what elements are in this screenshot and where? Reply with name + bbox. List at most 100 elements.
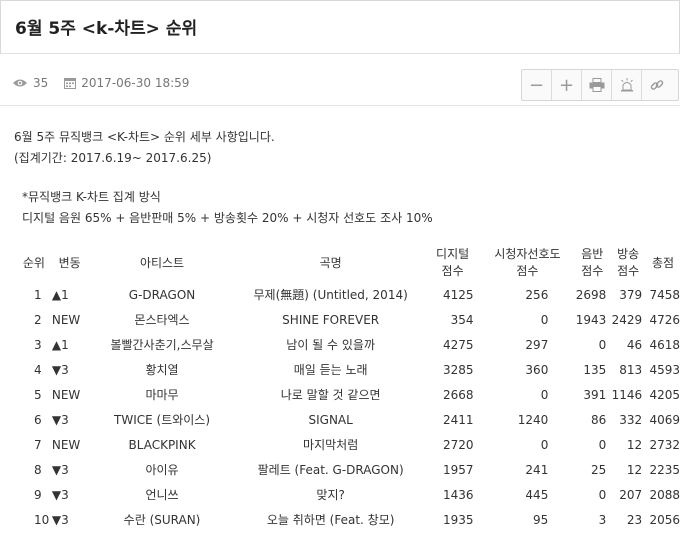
cell-viewer-score: 360 bbox=[525, 362, 549, 377]
header-broadcast: 방송 점수 bbox=[617, 247, 640, 278]
header-total: 총점 bbox=[652, 255, 675, 270]
cell-artist: 수란 (SURAN) bbox=[123, 513, 201, 527]
report-icon bbox=[620, 78, 633, 92]
cell-change: NEW bbox=[51, 387, 81, 402]
table-row: 4 ▼3 황치열 매일 듣는 노래 3285 360 135 813 4593 bbox=[16, 357, 680, 382]
cell-viewer-score: 256 bbox=[525, 287, 549, 302]
cell-broadcast-score: 207 bbox=[619, 487, 643, 502]
cell-song: 마지막처럼 bbox=[303, 438, 359, 452]
table-row: 1 ▲1 G-DRAGON 무제(無題) (Untitled, 2014) 4125 25… bbox=[16, 282, 680, 307]
cell-broadcast-score: 1146 bbox=[611, 387, 643, 402]
post-meta: 35 2017-06-30 18:59 bbox=[12, 76, 189, 90]
table-row: 7 NEW BLACKPINK 마지막처럼 2720 0 0 12 2732 bbox=[16, 432, 680, 457]
cell-album-score: 25 bbox=[590, 462, 607, 477]
cell-viewer-score: 0 bbox=[540, 437, 549, 452]
cell-broadcast-score: 813 bbox=[619, 362, 643, 377]
view-count: 35 bbox=[33, 76, 49, 90]
header-divider bbox=[0, 105, 680, 106]
cell-song: 맞지? bbox=[316, 488, 345, 502]
cell-broadcast-score: 12 bbox=[626, 437, 643, 452]
post-header: 6월 5주 <k-차트> 순위 bbox=[0, 0, 680, 54]
cell-digital-score: 2411 bbox=[443, 412, 474, 427]
table-row: 6 ▼3 TWICE (트와이스) SIGNAL 2411 1240 86 332 4069 bbox=[16, 407, 680, 432]
header-album: 음반 점수 bbox=[581, 247, 604, 278]
cell-broadcast-score: 12 bbox=[626, 462, 643, 477]
cell-viewer-score: 0 bbox=[540, 312, 549, 327]
cell-digital-score: 2668 bbox=[443, 387, 474, 402]
cell-broadcast-score: 2429 bbox=[611, 312, 643, 327]
cell-viewer-score: 0 bbox=[540, 387, 549, 402]
cell-rank: 3 bbox=[34, 337, 42, 352]
cell-song: SHINE FOREVER bbox=[282, 312, 380, 327]
cell-change: NEW bbox=[51, 312, 81, 327]
method-formula: 디지털 음원 65% + 음반판매 5% + 방송횟수 20% + 시청자 선호… bbox=[22, 211, 433, 225]
cell-broadcast-score: 379 bbox=[619, 287, 643, 302]
header-change: 변동 bbox=[58, 255, 81, 270]
print-button[interactable] bbox=[582, 70, 612, 100]
cell-total-score: 2056 bbox=[649, 512, 680, 527]
cell-album-score: 2698 bbox=[575, 287, 607, 302]
cell-song: 남이 될 수 있을까 bbox=[286, 338, 376, 352]
cell-artist: 몬스타엑스 bbox=[134, 313, 190, 327]
cell-artist: 황치열 bbox=[145, 363, 179, 377]
cell-broadcast-score: 332 bbox=[619, 412, 643, 427]
cell-change: NEW bbox=[51, 437, 81, 452]
cell-artist: BLACKPINK bbox=[128, 437, 196, 452]
zoom-in-button[interactable]: + bbox=[552, 70, 582, 100]
cell-total-score: 4593 bbox=[649, 362, 680, 377]
cell-digital-score: 4125 bbox=[443, 287, 474, 302]
table-row: 5 NEW 마마무 나로 말할 것 같으면 2668 0 391 1146 4205 bbox=[16, 382, 680, 407]
cell-rank: 8 bbox=[34, 462, 42, 477]
cell-viewer-score: 241 bbox=[525, 462, 549, 477]
header-song: 곡명 bbox=[319, 255, 342, 270]
cell-rank: 9 bbox=[34, 487, 42, 502]
cell-broadcast-score: 46 bbox=[626, 337, 643, 352]
cell-digital-score: 354 bbox=[450, 312, 474, 327]
table-row: 9 ▼3 언니쓰 맞지? 1436 445 0 207 2088 bbox=[16, 482, 680, 507]
cell-song: SIGNAL bbox=[308, 412, 353, 427]
cell-digital-score: 1957 bbox=[443, 462, 474, 477]
cell-total-score: 2235 bbox=[649, 462, 680, 477]
cell-digital-score: 2720 bbox=[443, 437, 474, 452]
calendar-icon bbox=[64, 78, 77, 89]
header-viewer: 시청자선호도 점수 bbox=[494, 247, 561, 278]
zoom-out-button[interactable]: − bbox=[522, 70, 552, 100]
cell-song: 무제(無題) (Untitled, 2014) bbox=[253, 288, 408, 302]
cell-total-score: 4618 bbox=[649, 337, 680, 352]
cell-viewer-score: 95 bbox=[533, 512, 549, 527]
cell-total-score: 2732 bbox=[649, 437, 680, 452]
table-row: 10 ▼3 수란 (SURAN) 오늘 취하면 (Feat. 창모) 1935 95 3 23… bbox=[16, 507, 680, 532]
post-toolbar: − + bbox=[521, 69, 679, 101]
cell-album-score: 0 bbox=[598, 337, 607, 352]
cell-artist: 언니쓰 bbox=[145, 488, 179, 502]
cell-change: ▼3 bbox=[51, 487, 69, 502]
cell-total-score: 4205 bbox=[649, 387, 680, 402]
cell-digital-score: 1935 bbox=[443, 512, 474, 527]
intro-line: 6월 5주 뮤직뱅크 <K-차트> 순위 세부 사항입니다. bbox=[14, 130, 275, 144]
cell-album-score: 135 bbox=[583, 362, 607, 377]
cell-song: 오늘 취하면 (Feat. 창모) bbox=[266, 513, 395, 527]
cell-rank: 2 bbox=[34, 312, 42, 327]
method-title: *뮤직뱅크 K-차트 집계 방식 bbox=[22, 190, 161, 204]
cell-song: 팔레트 (Feat. G-DRAGON) bbox=[257, 463, 404, 477]
report-button[interactable] bbox=[612, 70, 642, 100]
cell-rank: 5 bbox=[34, 387, 42, 402]
copy-link-button[interactable] bbox=[642, 70, 672, 100]
cell-artist: TWICE (트와이스) bbox=[114, 413, 211, 427]
cell-rank: 4 bbox=[34, 362, 42, 377]
cell-broadcast-score: 23 bbox=[626, 512, 643, 527]
cell-total-score: 4069 bbox=[649, 412, 680, 427]
cell-album-score: 3 bbox=[598, 512, 607, 527]
cell-rank: 6 bbox=[34, 412, 42, 427]
cell-artist: 아이유 bbox=[145, 463, 179, 477]
cell-album-score: 1943 bbox=[575, 312, 607, 327]
cell-viewer-score: 297 bbox=[525, 337, 549, 352]
cell-song: 매일 듣는 노래 bbox=[293, 363, 368, 377]
cell-change: ▼3 bbox=[51, 462, 69, 477]
cell-song: 나로 말할 것 같으면 bbox=[280, 388, 381, 402]
cell-album-score: 391 bbox=[583, 387, 607, 402]
cell-rank: 10 bbox=[34, 512, 50, 527]
cell-total-score: 7458 bbox=[649, 287, 680, 302]
zoom-in-icon: + bbox=[558, 74, 575, 96]
cell-album-score: 86 bbox=[590, 412, 607, 427]
